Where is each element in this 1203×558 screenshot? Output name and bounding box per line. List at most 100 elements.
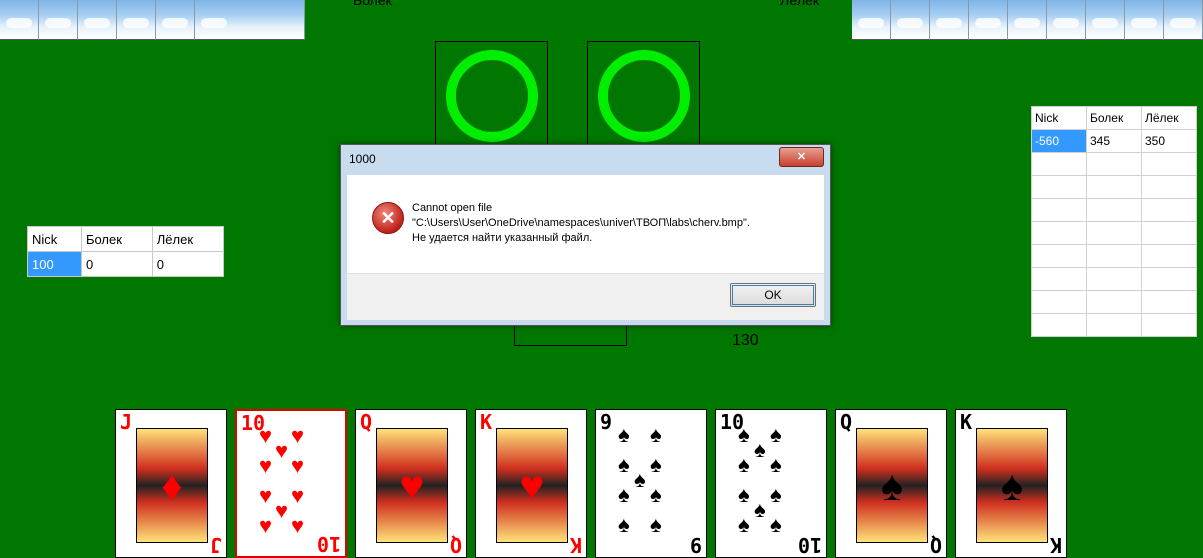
suit-pip-icon: ♠ [618, 452, 630, 477]
trick-slot-left[interactable] [435, 41, 548, 151]
empty-cell[interactable] [1086, 244, 1142, 268]
empty-cell[interactable] [1086, 198, 1142, 222]
empty-cell[interactable] [1141, 313, 1197, 337]
empty-cell[interactable] [1141, 152, 1197, 176]
suit-pip-icon: ♥ [259, 483, 273, 508]
empty-cell[interactable] [1141, 198, 1197, 222]
card-back [0, 0, 39, 40]
suit-pip-icon: ♠ [738, 422, 750, 447]
empty-cell[interactable] [1031, 152, 1087, 176]
hand-card[interactable]: 10 10 ♠ ♠ ♠ ♠ ♠ ♠ ♠ ♠ ♠ ♠ [715, 409, 827, 558]
card-back [852, 0, 891, 40]
card-back [891, 0, 930, 40]
suit-pip-icon: ♠ [770, 482, 782, 507]
empty-cell[interactable] [1141, 175, 1197, 199]
card-rank: 10 [316, 532, 341, 556]
suit-pip-icon: ♠ [738, 512, 750, 537]
face-card-art: ♦ [136, 428, 208, 543]
card-back [969, 0, 1008, 40]
hand-card[interactable]: Q Q ♥ [355, 409, 467, 558]
card-back [117, 0, 156, 40]
card-rank: K [480, 410, 493, 434]
suit-pip-icon: ♥ [259, 513, 273, 538]
empty-cell[interactable] [1141, 290, 1197, 314]
message-line: Cannot open file [412, 202, 493, 214]
empty-cell[interactable] [1031, 267, 1087, 291]
card-rank: J [209, 533, 222, 557]
empty-cell[interactable] [1086, 313, 1142, 337]
trick-slot-right[interactable] [587, 41, 700, 151]
card-rank: Q [929, 533, 942, 557]
cell-lolek[interactable]: 0 [151, 251, 225, 277]
ring-icon [598, 50, 690, 142]
header-nick: Nick [27, 226, 82, 252]
empty-cell[interactable] [1086, 267, 1142, 291]
suit-pip-icon: ♠ [618, 482, 630, 507]
cell-nick[interactable]: 100 [27, 251, 82, 277]
dialog-footer: OK [347, 273, 824, 320]
empty-cell[interactable] [1031, 244, 1087, 268]
error-dialog: 1000 ✕ ✕ Cannot open file "C:\Users\User… [340, 144, 831, 326]
face-card-art: ♠ [856, 428, 928, 543]
dialog-body: ✕ Cannot open file "C:\Users\User\OneDri… [347, 175, 824, 273]
cell-bolek[interactable]: 345 [1086, 129, 1142, 153]
card-back [1086, 0, 1125, 40]
bid-points: 130 [732, 332, 759, 349]
cell-lolek[interactable]: 350 [1141, 129, 1197, 153]
card-back [156, 0, 195, 40]
empty-cell[interactable] [1141, 267, 1197, 291]
suit-pip-icon: ♥ [275, 438, 289, 463]
cell-nick[interactable]: -560 [1031, 129, 1087, 153]
card-back [195, 0, 305, 40]
suit-pip-icon: ♥ [291, 483, 305, 508]
header-lolek: Лёлек [151, 226, 225, 252]
suit-pip-icon: ♠ [754, 437, 766, 462]
suit-pip-icon: ♥ [259, 423, 273, 448]
empty-cell[interactable] [1031, 221, 1087, 245]
error-icon: ✕ [372, 202, 404, 234]
dialog-title: 1000 [349, 152, 376, 166]
close-button[interactable]: ✕ [779, 147, 824, 167]
opponent-right-hand [852, 0, 1203, 40]
card-rank: Q [360, 410, 373, 434]
empty-cell[interactable] [1141, 244, 1197, 268]
empty-cell[interactable] [1086, 221, 1142, 245]
card-back [1047, 0, 1086, 40]
suit-pip-icon: ♠ [770, 512, 782, 537]
opponent-left-hand [0, 0, 305, 40]
suit-pip-icon: ♠ [650, 452, 662, 477]
hand-card[interactable]: K K ♠ [955, 409, 1067, 558]
ring-icon [446, 50, 538, 142]
hand-card[interactable]: 10 10 ♥ ♥ ♥ ♥ ♥ ♥ ♥ ♥ ♥ ♥ [235, 409, 347, 558]
empty-cell[interactable] [1031, 290, 1087, 314]
suit-pip-icon: ♠ [738, 452, 750, 477]
empty-cell[interactable] [1086, 152, 1142, 176]
suit-pip-icon: ♥ [291, 453, 305, 478]
empty-cell[interactable] [1086, 290, 1142, 314]
suit-pip-icon: ♠ [738, 482, 750, 507]
card-rank: K [960, 410, 973, 434]
suit-pip-icon: ♠ [618, 422, 630, 447]
card-rank: K [1049, 533, 1062, 557]
hand-card[interactable]: J J ♦ [115, 409, 227, 558]
face-card-art: ♥ [496, 428, 568, 543]
card-back [1125, 0, 1164, 40]
hand-card[interactable]: 9 9 ♠ ♠ ♠ ♠ ♠ ♠ ♠ ♠ ♠ [595, 409, 707, 558]
empty-cell[interactable] [1031, 313, 1087, 337]
face-card-art: ♥ [376, 428, 448, 543]
cell-bolek[interactable]: 0 [80, 251, 153, 277]
empty-cell[interactable] [1141, 221, 1197, 245]
header-lolek: Лёлек [1141, 106, 1197, 130]
ok-button[interactable]: OK [730, 283, 816, 307]
left-score-table: Nick Болек Лёлек 100 0 0 [27, 226, 225, 277]
card-rank: 9 [600, 410, 613, 434]
hand-card[interactable]: K K ♥ [475, 409, 587, 558]
hand-card[interactable]: Q Q ♠ [835, 409, 947, 558]
empty-cell[interactable] [1031, 175, 1087, 199]
empty-cell[interactable] [1086, 175, 1142, 199]
card-rank: K [569, 533, 582, 557]
card-rank: 10 [797, 533, 822, 557]
suit-pip-icon: ♠ [618, 512, 630, 537]
empty-cell[interactable] [1031, 198, 1087, 222]
suit-pip-icon: ♥ [259, 453, 273, 478]
